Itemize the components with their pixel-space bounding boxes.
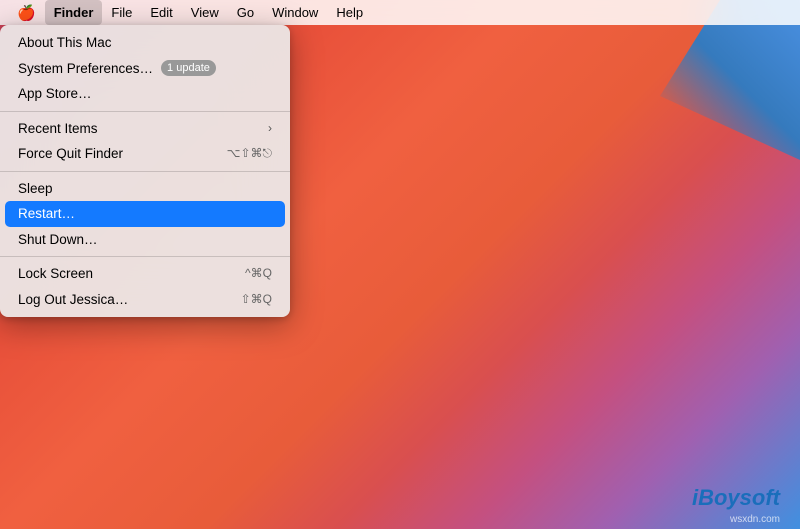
iboysoft-watermark: iBoysoft [692,485,780,511]
app-store-label: App Store… [18,85,92,103]
desktop: 🍎 Finder File Edit View Go Window Help A… [0,0,800,529]
logout-shortcut: ⇧⌘Q [241,292,272,308]
finder-menu-button[interactable]: Finder [45,0,103,25]
system-preferences-item[interactable]: System Preferences… 1 update [0,56,290,82]
force-quit-shortcut: ⌥⇧⌘⎋ [227,146,272,162]
edit-menu-button[interactable]: Edit [141,0,181,25]
system-prefs-badge: 1 update [161,60,216,76]
recent-items-item[interactable]: Recent Items › [0,116,290,142]
lock-screen-shortcut: ^⌘Q [245,266,272,282]
about-this-mac-item[interactable]: About This Mac [0,30,290,56]
apple-menu-button[interactable]: 🍎 [8,0,45,25]
recent-items-label: Recent Items [18,120,98,138]
wsxdn-label: wsxdn.com [730,514,780,525]
menubar: 🍎 Finder File Edit View Go Window Help [0,0,800,25]
force-quit-label: Force Quit Finder [18,145,123,163]
lock-screen-item[interactable]: Lock Screen ^⌘Q [0,261,290,287]
recent-items-chevron-icon: › [268,121,272,137]
file-menu-button[interactable]: File [102,0,141,25]
shutdown-label: Shut Down… [18,231,98,249]
divider-2 [0,171,290,172]
restart-label: Restart… [18,205,75,223]
go-menu-button[interactable]: Go [228,0,263,25]
logout-label: Log Out Jessica… [18,291,128,309]
about-this-mac-label: About This Mac [18,34,112,52]
lock-screen-label: Lock Screen [18,265,93,283]
apple-dropdown-menu: About This Mac System Preferences… 1 upd… [0,25,290,317]
window-menu-button[interactable]: Window [263,0,327,25]
system-preferences-label: System Preferences… [18,60,153,78]
shutdown-item[interactable]: Shut Down… [0,227,290,253]
watermark-brand: Boysoft [698,485,780,510]
divider-3 [0,256,290,257]
system-prefs-left: System Preferences… 1 update [18,60,216,78]
view-menu-button[interactable]: View [182,0,228,25]
force-quit-item[interactable]: Force Quit Finder ⌥⇧⌘⎋ [0,141,290,167]
divider-1 [0,111,290,112]
restart-item[interactable]: Restart… [5,201,285,227]
help-menu-button[interactable]: Help [327,0,372,25]
logout-item[interactable]: Log Out Jessica… ⇧⌘Q [0,287,290,313]
sleep-item[interactable]: Sleep [0,176,290,202]
sleep-label: Sleep [18,180,53,198]
app-store-item[interactable]: App Store… [0,81,290,107]
